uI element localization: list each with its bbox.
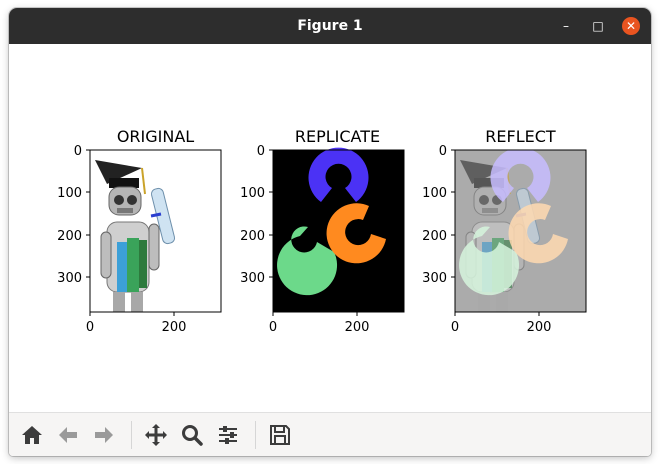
move-icon xyxy=(145,424,167,446)
x-axis: 0 200 xyxy=(269,312,370,335)
y-tick-label: 200 xyxy=(57,229,82,244)
navigation-toolbar xyxy=(9,412,651,456)
x-tick-label: 0 xyxy=(451,320,459,335)
y-tick-label: 300 xyxy=(240,271,265,286)
window-title: Figure 1 xyxy=(297,18,363,34)
x-tick-label: 0 xyxy=(86,320,94,335)
back-button[interactable] xyxy=(55,422,81,448)
x-tick-label: 200 xyxy=(162,320,187,335)
y-tick-label: 200 xyxy=(240,229,265,244)
figure-canvas[interactable]: ORIGINAL 0 100 200 300 0 200 REPLICATE 0… xyxy=(9,44,651,412)
configure-subplots-button[interactable] xyxy=(215,422,241,448)
magnifier-icon xyxy=(182,425,203,446)
toolbar-separator xyxy=(131,421,132,449)
arrow-left-icon xyxy=(59,427,77,443)
x-tick-label: 0 xyxy=(269,320,277,335)
y-axis: 0 100 200 300 xyxy=(240,144,273,286)
y-tick-label: 300 xyxy=(57,271,82,286)
minimize-button[interactable]: – xyxy=(557,17,575,35)
y-tick-label: 100 xyxy=(240,186,265,201)
panel-reflect-title: REFLECT xyxy=(485,127,556,146)
home-button[interactable] xyxy=(19,422,45,448)
close-button[interactable]: ✕ xyxy=(622,17,640,35)
y-axis: 0 100 200 300 xyxy=(422,144,455,286)
figure-window: Figure 1 – □ ✕ ORIGINAL 0 100 200 300 0 … xyxy=(9,8,651,456)
floppy-disk-icon xyxy=(270,425,290,445)
y-tick-label: 100 xyxy=(57,186,82,201)
home-icon xyxy=(22,426,42,444)
y-tick-label: 200 xyxy=(422,229,447,244)
x-axis: 0 200 xyxy=(86,312,187,335)
toolbar-separator xyxy=(255,421,256,449)
pan-button[interactable] xyxy=(143,422,169,448)
panel-replicate-title: REPLICATE xyxy=(295,127,380,146)
x-axis: 0 200 xyxy=(451,312,552,335)
y-tick-label: 300 xyxy=(422,271,447,286)
y-tick-label: 100 xyxy=(422,186,447,201)
save-button[interactable] xyxy=(267,422,293,448)
opencv-logo-image xyxy=(273,147,404,312)
forward-button[interactable] xyxy=(91,422,117,448)
maximize-button[interactable]: □ xyxy=(589,17,607,35)
y-tick-label: 0 xyxy=(74,144,82,159)
panel-replicate: REPLICATE 0 100 200 300 0 200 xyxy=(240,127,405,335)
y-tick-label: 0 xyxy=(257,144,265,159)
arrow-right-icon xyxy=(95,427,113,443)
sliders-icon xyxy=(219,426,237,444)
panel-original: ORIGINAL 0 100 200 300 0 200 xyxy=(57,127,222,335)
title-bar: Figure 1 – □ ✕ xyxy=(9,8,651,44)
y-tick-label: 0 xyxy=(439,144,447,159)
x-tick-label: 200 xyxy=(345,320,370,335)
panel-original-title: ORIGINAL xyxy=(117,127,194,146)
zoom-button[interactable] xyxy=(179,422,205,448)
panel-reflect: REFLECT 0 100 200 300 0 200 xyxy=(422,127,587,335)
figure-svg: ORIGINAL 0 100 200 300 0 200 REPLICATE 0… xyxy=(57,127,587,335)
blended-robot-logo-image xyxy=(455,150,586,312)
x-tick-label: 200 xyxy=(527,320,552,335)
y-axis: 0 100 200 300 xyxy=(57,144,90,286)
